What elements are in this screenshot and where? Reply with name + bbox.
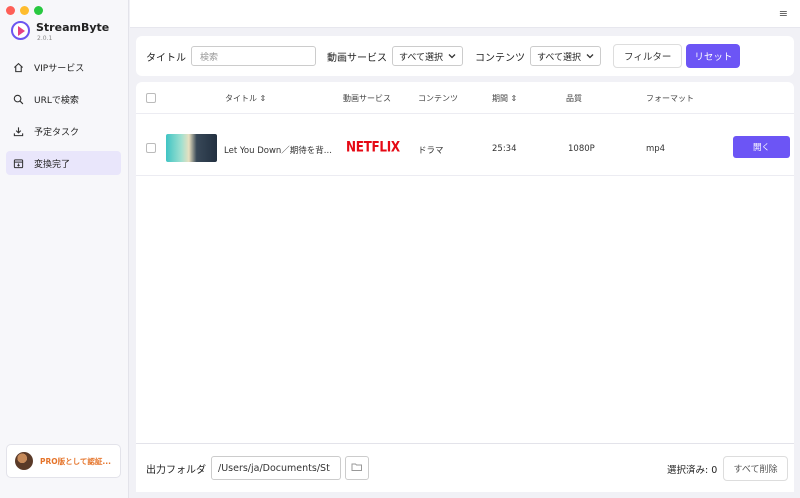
browse-folder-button[interactable] (345, 456, 369, 480)
header-format: フォーマット (646, 94, 694, 103)
row-duration: 25:34 (492, 144, 517, 154)
minimize-window-button[interactable] (20, 6, 29, 15)
row-checkbox[interactable] (146, 143, 156, 153)
sidebar-item-vip[interactable]: VIPサービス (6, 55, 121, 79)
header-title-label: タイトル (225, 94, 257, 103)
header-service: 動画サービス (343, 94, 391, 103)
open-button[interactable]: 開く (733, 136, 790, 158)
search-icon (12, 93, 24, 105)
converted-icon (12, 157, 24, 169)
pro-activation-button[interactable]: PRO版として認証... (6, 444, 121, 478)
service-select[interactable]: すべて選択 (392, 46, 464, 66)
service-select-value: すべて選択 (399, 52, 444, 63)
row-format: mp4 (646, 144, 666, 154)
sidebar-item-label: URLで検索 (34, 95, 79, 106)
table-row: Let You Down／期待を背... NETFLIX ドラマ 25:34 1… (136, 120, 794, 176)
sidebar-item-url-search[interactable]: URLで検索 (6, 87, 121, 111)
pro-label: PRO版として認証... (40, 456, 111, 466)
search-input[interactable]: 検索 (191, 46, 316, 66)
avatar (15, 452, 33, 470)
sidebar-item-label: 予定タスク (34, 127, 80, 138)
sidebar-item-scheduled[interactable]: 予定タスク (6, 119, 121, 143)
sidebar-item-label: 変換完了 (34, 159, 71, 170)
header-duration[interactable]: 期間 ⇕ (492, 93, 517, 104)
sort-icon: ⇕ (510, 94, 518, 103)
hamburger-menu-icon[interactable]: ≡ (779, 7, 788, 20)
home-icon (12, 61, 24, 73)
service-filter-label: 動画サービス (327, 52, 387, 64)
header-content: コンテンツ (418, 94, 458, 103)
top-bar: ≡ (130, 0, 800, 28)
chevron-down-icon (448, 52, 456, 61)
sidebar: StreamByte 2.0.1 VIPサービス URLで検索 予定タスク 変換… (0, 0, 129, 498)
sidebar-item-label: VIPサービス (34, 63, 85, 74)
video-thumbnail (166, 134, 217, 162)
table-header: タイトル ⇕ 動画サービス コンテンツ 期間 ⇕ 品質 フォーマット (136, 82, 794, 114)
app-name: StreamByte (36, 21, 110, 34)
search-placeholder: 検索 (200, 52, 219, 63)
select-all-checkbox[interactable] (146, 93, 156, 103)
selected-count: 選択済み: 0 (667, 465, 718, 476)
window-controls (6, 6, 43, 15)
sidebar-item-converted[interactable]: 変換完了 (6, 151, 121, 175)
header-quality: 品質 (566, 94, 582, 103)
header-title[interactable]: タイトル ⇕ (225, 93, 266, 104)
download-icon (12, 125, 24, 137)
title-filter-label: タイトル (146, 52, 186, 64)
app-logo-icon (11, 21, 30, 40)
delete-all-button[interactable]: すべて削除 (723, 456, 788, 481)
netflix-logo: NETFLIX (346, 138, 400, 156)
row-quality: 1080P (568, 144, 595, 154)
output-folder-label: 出力フォルダ (146, 464, 206, 476)
folder-icon (351, 462, 363, 475)
row-title: Let You Down／期待を背... (224, 146, 332, 156)
header-duration-label: 期間 (492, 94, 508, 103)
content-select[interactable]: すべて選択 (530, 46, 602, 66)
row-content: ドラマ (418, 146, 444, 156)
maximize-window-button[interactable] (34, 6, 43, 15)
content-select-value: すべて選択 (537, 52, 582, 63)
output-path-field[interactable]: /Users/ja/Documents/St (211, 456, 341, 480)
content-filter-label: コンテンツ (475, 52, 526, 64)
footer-bar: 出力フォルダ /Users/ja/Documents/St 選択済み: 0 すべ… (136, 443, 794, 492)
converted-table: タイトル ⇕ 動画サービス コンテンツ 期間 ⇕ 品質 フォーマット Let Y… (136, 82, 794, 443)
filter-button[interactable]: フィルター (613, 44, 683, 68)
close-window-button[interactable] (6, 6, 15, 15)
chevron-down-icon (586, 52, 594, 61)
reset-button[interactable]: リセット (686, 44, 741, 68)
sort-icon: ⇕ (259, 94, 267, 103)
app-version: 2.0.1 (37, 35, 53, 42)
filter-bar: タイトル 検索 動画サービス すべて選択 コンテンツ すべて選択 フィルター リ… (136, 36, 794, 76)
